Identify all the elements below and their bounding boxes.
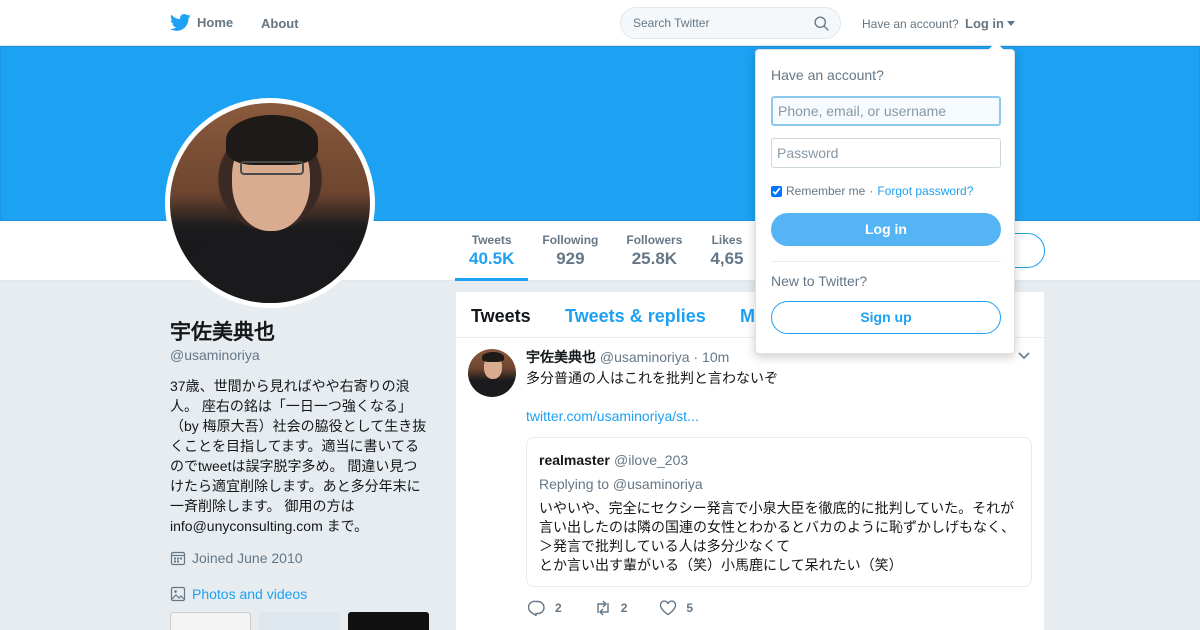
password-field[interactable] xyxy=(771,138,1001,168)
quoted-author-handle: @ilove_203 xyxy=(614,452,689,468)
bio-line: 一斉削除します。 御用の方は xyxy=(170,498,355,514)
photo-icon xyxy=(170,586,186,602)
tweet-header: 宇佐美典也 @usaminoriya · 10m xyxy=(526,347,729,367)
dropdown-title: Have an account? xyxy=(771,67,884,83)
photos-label: Photos and videos xyxy=(192,586,308,602)
tweet-actions: 2 2 5 xyxy=(528,600,693,616)
separator-dot: · xyxy=(869,184,874,198)
top-navigation-bar: Home About Have an account? Log in xyxy=(0,0,1200,46)
quoted-line: ＞発言で批判している人は多分少なくて xyxy=(539,538,791,554)
profile-stats: Tweets 40.5K Following 929 Followers 25.… xyxy=(455,221,757,281)
quoted-line: とか言い出す輩がいる（笑）小馬鹿にして呆れたい（笑） xyxy=(539,557,903,573)
stat-label: Followers xyxy=(626,233,683,247)
stat-value: 929 xyxy=(556,249,585,268)
quoted-author-name: realmaster xyxy=(539,452,610,468)
separator-dot: · xyxy=(693,349,699,365)
stat-label: Likes xyxy=(711,233,743,247)
bio-line: けたら適宜削除します。あと多分年末に xyxy=(170,478,421,494)
media-thumbnail[interactable] xyxy=(259,612,340,630)
tweet-timestamp[interactable]: 10m xyxy=(702,349,729,365)
have-account-text: Have an account? xyxy=(862,17,959,31)
calendar-icon xyxy=(170,551,186,566)
quoted-line: 言い出したのは隣の国連の女性とわかるとバカのように恥ずかしげもなく、 xyxy=(539,519,1015,535)
quoted-line: いやいや、完全にセクシー発言で小泉大臣を徹底的に批判していた。それが xyxy=(539,500,1015,516)
stat-likes[interactable]: Likes 4,65 xyxy=(696,221,757,281)
heart-icon xyxy=(660,600,677,616)
profile-avatar[interactable] xyxy=(165,98,375,308)
forgot-password-link[interactable]: Forgot password? xyxy=(877,184,973,198)
bio-line: 人。 座右の銘は「一日一つ強くなる」 xyxy=(170,398,412,414)
username-field[interactable] xyxy=(771,96,1001,126)
stat-value: 25.8K xyxy=(631,249,678,268)
like-action[interactable]: 5 xyxy=(659,600,693,616)
profile-joined: Joined June 2010 xyxy=(170,550,303,566)
stat-label: Following xyxy=(542,233,599,247)
photos-and-videos-link[interactable]: Photos and videos xyxy=(170,586,307,602)
signup-button[interactable]: Sign up xyxy=(771,301,1001,334)
stat-followers[interactable]: Followers 25.8K xyxy=(612,221,696,281)
profile-name: 宇佐美典也 xyxy=(170,321,275,344)
remember-me-label[interactable]: Remember me xyxy=(786,184,865,198)
retweet-action[interactable]: 2 xyxy=(594,600,628,616)
stat-value: 4,65 xyxy=(710,249,744,268)
new-to-twitter-text: New to Twitter? xyxy=(771,273,868,289)
bio-line: のでtweetは誤字脱字多め。 間違い見つ xyxy=(170,458,418,474)
profile-photo xyxy=(170,103,370,303)
like-count: 5 xyxy=(686,601,694,615)
caret-down-icon xyxy=(1007,21,1015,26)
tweet-avatar[interactable] xyxy=(468,349,516,397)
quoted-body: いやいや、完全にセクシー発言で小泉大臣を徹底的に批判していた。それが 言い出した… xyxy=(539,499,1025,575)
bio-line: info@unyconsulting.com まで。 xyxy=(170,518,369,534)
tab-tweets[interactable]: Tweets xyxy=(471,306,531,327)
retweet-icon xyxy=(596,600,609,616)
chevron-down-icon[interactable] xyxy=(1018,352,1030,360)
bio-line: 37歳、世間から見ればやや右寄りの浪 xyxy=(170,378,410,394)
tweet-link[interactable]: twitter.com/usaminoriya/st... xyxy=(526,408,699,424)
retweet-count: 2 xyxy=(620,601,628,615)
media-thumbnail[interactable] xyxy=(348,612,429,630)
login-label: Log in xyxy=(965,16,1004,31)
quoted-tweet[interactable]: realmaster @ilove_203 Replying to @usami… xyxy=(526,437,1032,587)
reply-count: 2 xyxy=(555,601,562,615)
stat-tweets[interactable]: Tweets 40.5K xyxy=(455,221,529,281)
tab-tweets-and-replies[interactable]: Tweets & replies xyxy=(565,306,706,327)
search-icon[interactable] xyxy=(813,15,830,32)
remember-me-checkbox[interactable] xyxy=(771,185,782,197)
login-dropdown: Have an account? Remember me · Forgot pa… xyxy=(755,42,1015,354)
tweet-author-handle[interactable]: @usaminoriya xyxy=(600,349,690,365)
media-thumbnails xyxy=(170,612,429,630)
bio-line: くことを目指してます。適当に書いてる xyxy=(170,438,420,454)
tweet-author-name[interactable]: 宇佐美典也 xyxy=(526,349,596,365)
divider xyxy=(771,261,1001,262)
quoted-replying-to: Replying to @usaminoriya xyxy=(539,476,703,492)
remember-row: Remember me · Forgot password? xyxy=(771,184,973,198)
stat-label: Tweets xyxy=(471,233,512,247)
nav-home-label: Home xyxy=(197,15,234,30)
login-dropdown-toggle[interactable]: Log in xyxy=(965,16,1015,31)
login-button[interactable]: Log in xyxy=(771,213,1001,246)
joined-date: Joined June 2010 xyxy=(192,550,303,566)
profile-handle: @usaminoriya xyxy=(170,347,260,363)
bio-line: （by 梅原大吾）社会の脇役として生き抜 xyxy=(170,418,427,434)
media-thumbnail[interactable] xyxy=(170,612,251,630)
tweet-text: 多分普通の人はこれを批判と言わないぞ xyxy=(526,370,778,386)
nav-about-link[interactable]: About xyxy=(261,16,299,31)
nav-home-link[interactable]: Home xyxy=(170,12,233,33)
reply-action[interactable]: 2 xyxy=(528,600,562,616)
twitter-bird-icon xyxy=(170,14,191,31)
stat-following[interactable]: Following 929 xyxy=(528,221,612,281)
search-box[interactable] xyxy=(620,7,841,39)
search-input[interactable] xyxy=(633,16,803,30)
dropdown-arrow xyxy=(988,42,1004,50)
tab-media[interactable]: M xyxy=(740,306,755,327)
stat-value: 40.5K xyxy=(469,249,515,268)
reply-icon xyxy=(528,600,545,616)
profile-bio: 37歳、世間から見ればやや右寄りの浪 人。 座右の銘は「一日一つ強くなる」 （b… xyxy=(170,376,432,536)
